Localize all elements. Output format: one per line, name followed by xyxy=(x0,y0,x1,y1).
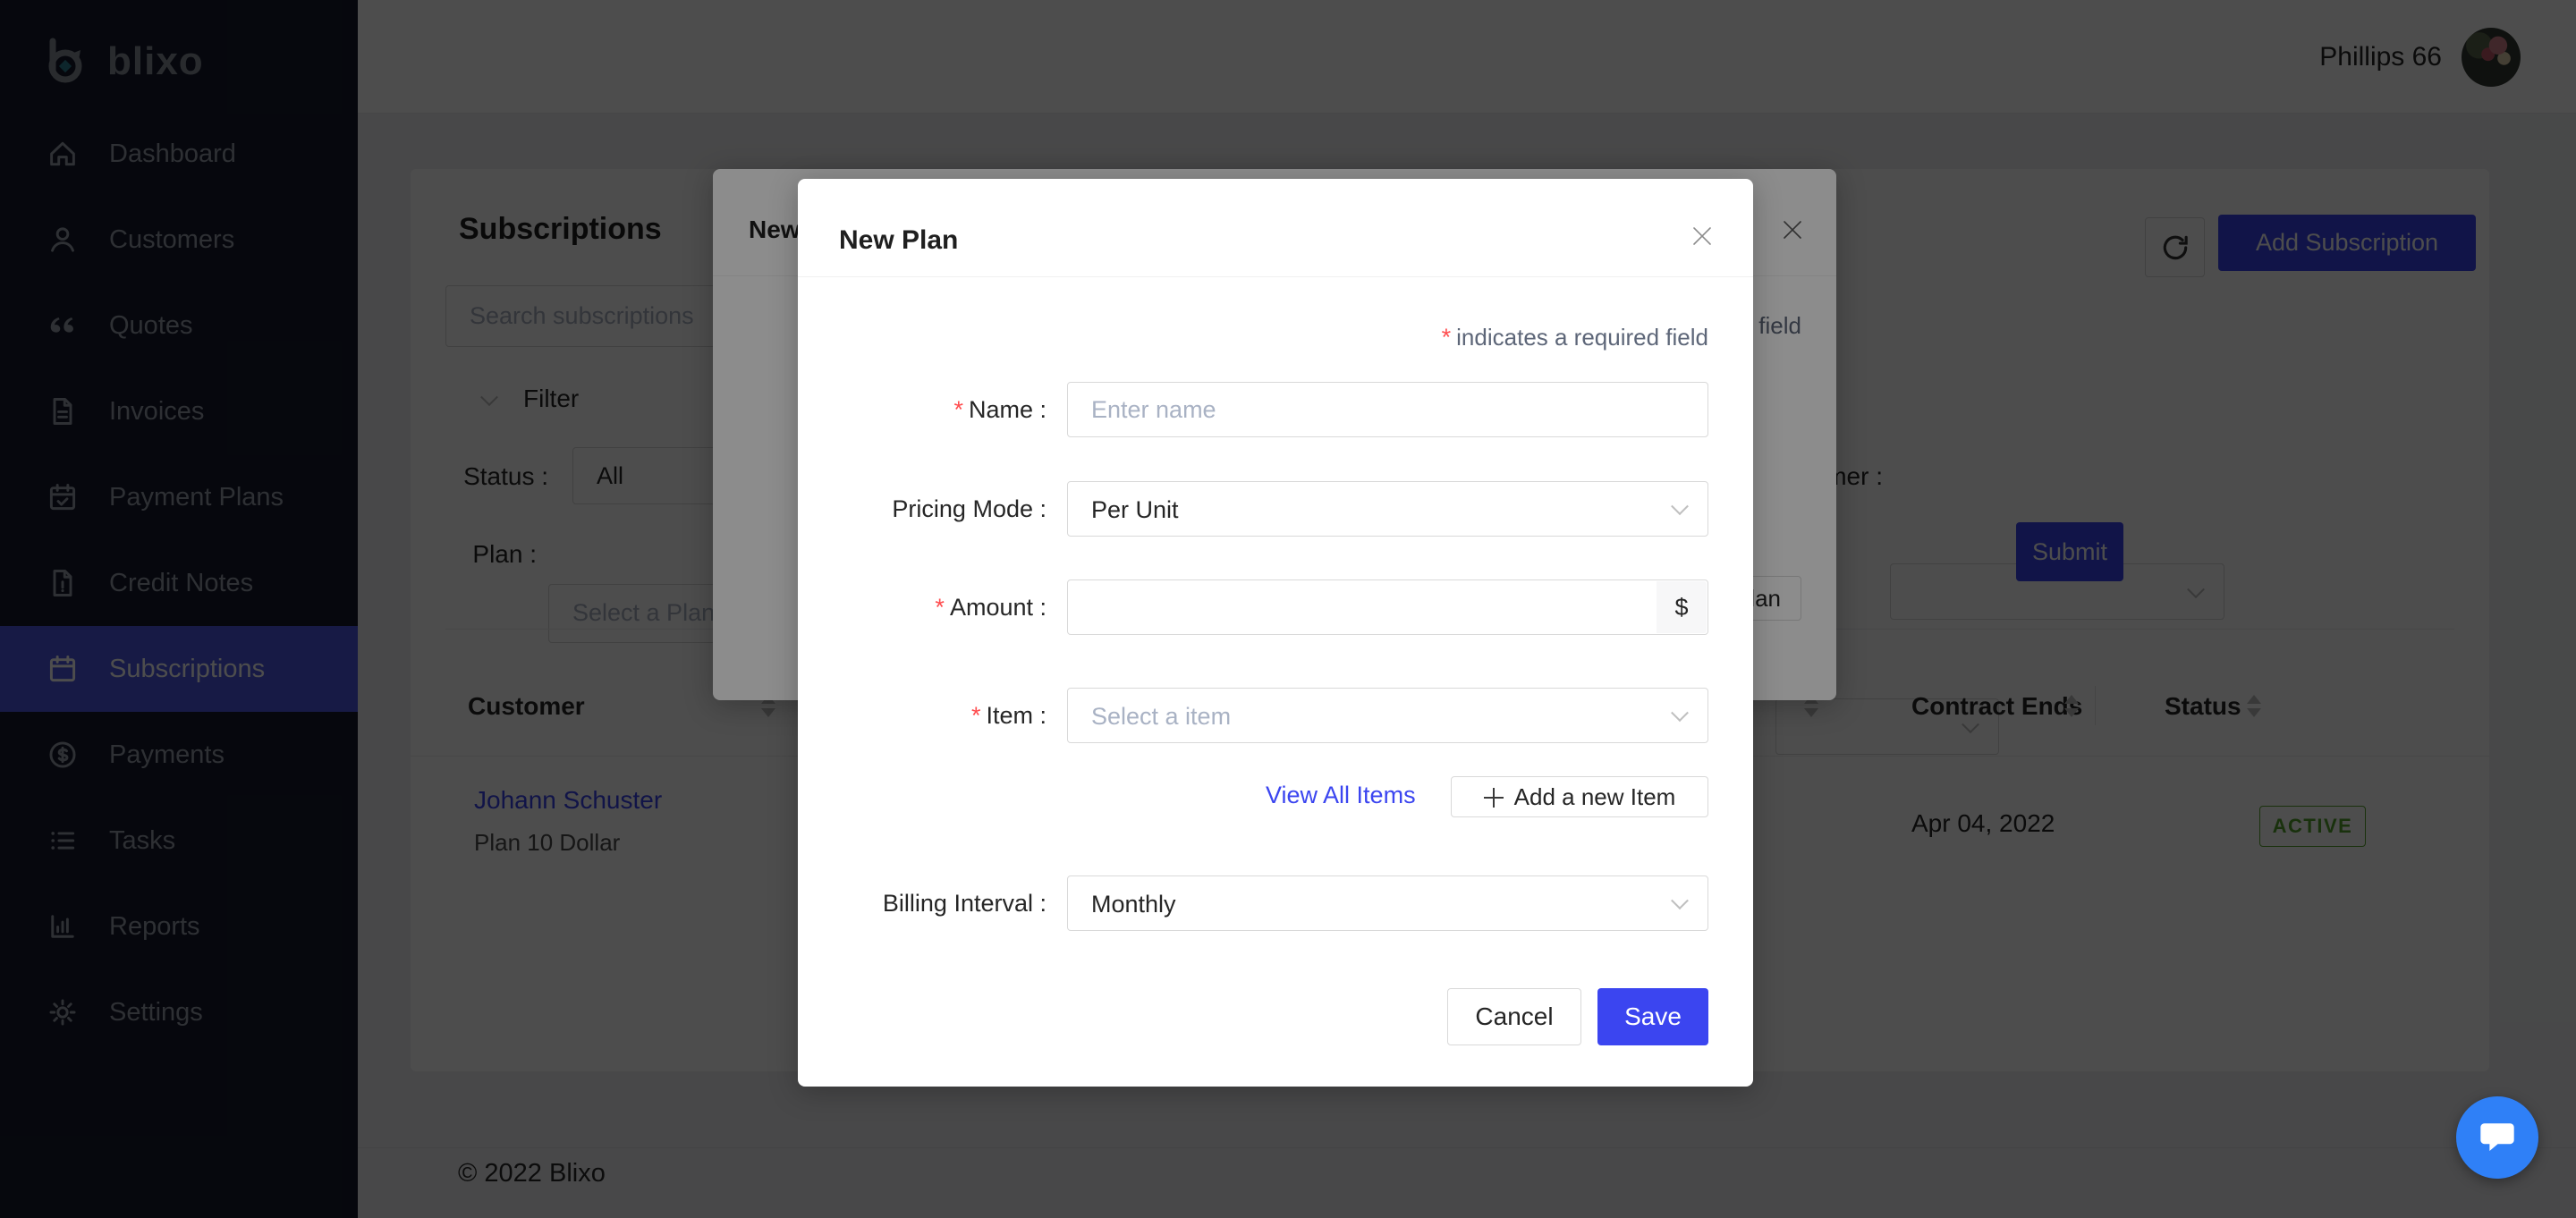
billing-interval-select[interactable]: Monthly xyxy=(1067,875,1708,931)
pricing-mode-select[interactable]: Per Unit xyxy=(1067,481,1708,537)
form-row-pricing-mode: Pricing Mode : Per Unit xyxy=(839,481,1708,537)
item-label-text: Item : xyxy=(986,702,1046,729)
cancel-label: Cancel xyxy=(1475,1002,1553,1031)
required-marker: * xyxy=(935,594,945,621)
pricing-mode-value: Per Unit xyxy=(1068,482,1707,537)
new-plan-modal: New Plan *indicates a required field *Na… xyxy=(798,179,1753,1087)
save-label: Save xyxy=(1624,1002,1682,1031)
save-button[interactable]: Save xyxy=(1597,988,1708,1045)
form-row-amount: *Amount : $ xyxy=(839,579,1708,635)
chat-bubble-icon xyxy=(2477,1117,2518,1158)
modal-title: New Plan xyxy=(839,225,958,256)
name-input[interactable] xyxy=(1067,382,1708,437)
amount-label: *Amount : xyxy=(839,594,1046,622)
billing-interval-value: Monthly xyxy=(1068,876,1707,932)
item-select-placeholder: Select a item xyxy=(1068,689,1707,744)
currency-suffix: $ xyxy=(1657,581,1707,633)
add-new-item-button[interactable]: Add a new Item xyxy=(1451,776,1708,817)
add-new-item-label: Add a new Item xyxy=(1514,783,1676,811)
required-field-note: *indicates a required field xyxy=(1442,324,1708,351)
billing-interval-label: Billing Interval : xyxy=(839,890,1046,918)
pricing-mode-label: Pricing Mode : xyxy=(839,495,1046,523)
required-marker: * xyxy=(953,396,963,423)
amount-input[interactable] xyxy=(1067,579,1708,635)
cancel-button[interactable]: Cancel xyxy=(1447,988,1581,1045)
view-all-items-link[interactable]: View All Items xyxy=(1266,782,1416,809)
chat-launcher-button[interactable] xyxy=(2456,1096,2538,1179)
form-row-item: *Item : Select a item xyxy=(839,688,1708,743)
form-row-billing-interval: Billing Interval : Monthly xyxy=(839,875,1708,931)
name-label-text: Name : xyxy=(969,396,1046,423)
close-icon[interactable] xyxy=(1688,222,1716,250)
plus-icon xyxy=(1484,788,1502,806)
modal-header-divider xyxy=(798,276,1753,277)
app-root: blixo Dashboard Customers Quotes Invoice… xyxy=(0,0,2576,1218)
form-row-name: *Name : xyxy=(839,382,1708,437)
name-label: *Name : xyxy=(839,396,1046,424)
amount-label-text: Amount : xyxy=(950,594,1046,621)
item-label: *Item : xyxy=(839,702,1046,730)
required-marker: * xyxy=(971,702,981,729)
required-note-text: indicates a required field xyxy=(1456,324,1708,351)
item-select[interactable]: Select a item xyxy=(1067,688,1708,743)
required-marker: * xyxy=(1442,324,1452,351)
